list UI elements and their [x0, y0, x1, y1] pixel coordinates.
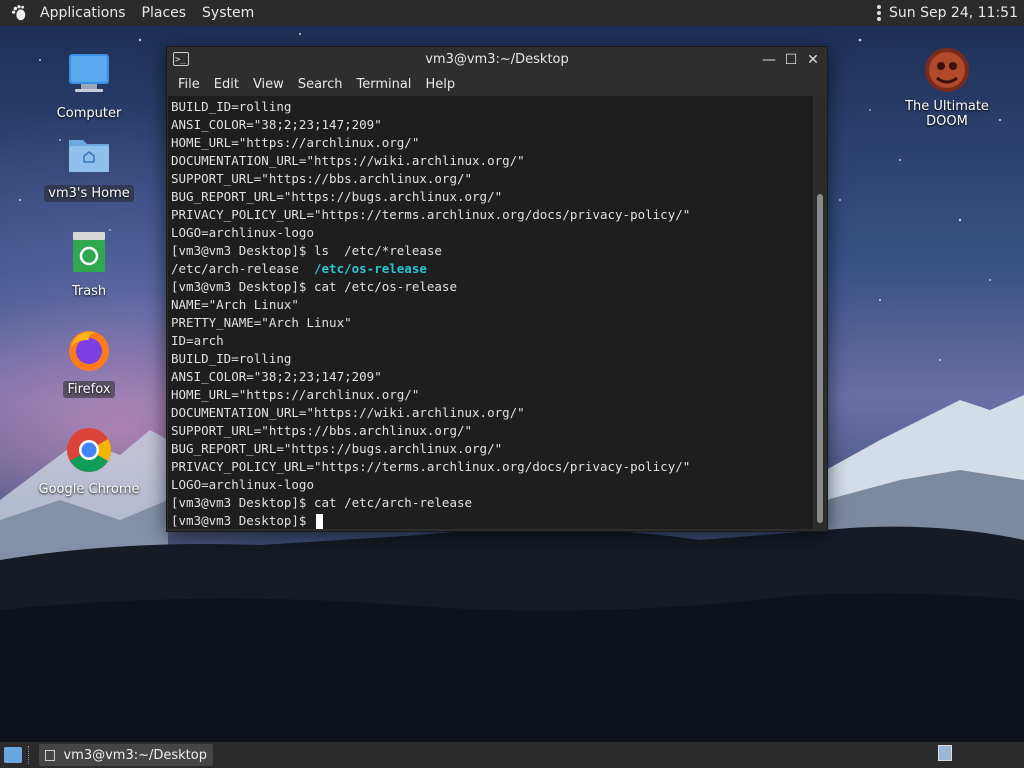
scrollbar-thumb[interactable] [817, 194, 823, 523]
terminal-line: ID=arch [171, 333, 224, 348]
panel-separator [28, 746, 33, 764]
menu-file[interactable]: File [171, 77, 207, 92]
text-cursor [316, 514, 323, 529]
computer-icon [69, 54, 109, 92]
workspace-switcher[interactable] [938, 745, 952, 761]
terminal-line: DOCUMENTATION_URL="https://wiki.archlinu… [171, 153, 525, 168]
window-icon [45, 749, 56, 761]
file-name: /etc/arch-release [171, 261, 314, 276]
terminal-line: PRETTY_NAME="Arch Linux" [171, 315, 352, 330]
terminal-line: HOME_URL="https://archlinux.org/" [171, 387, 420, 402]
desktop-icon-doom[interactable]: The Ultimate DOOM [880, 46, 1014, 130]
places-menu[interactable]: Places [134, 0, 195, 26]
desktop-icon-label: vm3's Home [44, 185, 134, 202]
prompt: [vm3@vm3 Desktop]$ [171, 513, 314, 528]
desktop-icon-label: Trash [71, 284, 107, 299]
menu-search[interactable]: Search [291, 77, 350, 92]
terminal-line: SUPPORT_URL="https://bbs.archlinux.org/" [171, 171, 473, 186]
show-desktop-icon[interactable] [4, 747, 22, 763]
terminal-icon [173, 47, 189, 73]
scrollbar[interactable] [815, 96, 825, 529]
desktop-icon-computer[interactable]: Computer [34, 50, 144, 122]
terminal-line: [vm3@vm3 Desktop]$ cat /etc/os-release [171, 279, 457, 294]
taskbar-item-label: vm3@vm3:~/Desktop [63, 747, 207, 763]
terminal-line: BUG_REPORT_URL="https://bugs.archlinux.o… [171, 441, 503, 456]
desktop-icon-label: The Ultimate DOOM [905, 99, 989, 129]
terminal-line: BUILD_ID=rolling [171, 99, 292, 114]
terminal-line: [vm3@vm3 Desktop]$ cat /etc/arch-release [171, 495, 473, 510]
doom-icon [925, 48, 969, 92]
chrome-icon [67, 428, 111, 472]
desktop-icon-label: Google Chrome [38, 482, 140, 497]
desktop-icon-firefox[interactable]: Firefox [34, 326, 144, 398]
desktop-icon-trash[interactable]: Trash [34, 228, 144, 300]
window-title: vm3@vm3:~/Desktop [425, 52, 569, 67]
terminal-line: NAME="Arch Linux" [171, 297, 299, 312]
desktop-icon-label: Firefox [63, 381, 115, 398]
desktop-icon-chrome[interactable]: Google Chrome [34, 426, 144, 498]
terminal-line: LOGO=archlinux-logo [171, 225, 314, 240]
terminal-line: BUG_REPORT_URL="https://bugs.archlinux.o… [171, 189, 503, 204]
terminal-line: DOCUMENTATION_URL="https://wiki.archlinu… [171, 405, 525, 420]
desktop-icon-label: Computer [56, 106, 122, 121]
terminal-line: LOGO=archlinux-logo [171, 477, 314, 492]
menu-edit[interactable]: Edit [207, 77, 246, 92]
terminal-line: HOME_URL="https://archlinux.org/" [171, 135, 420, 150]
gnome-foot-icon[interactable] [10, 4, 28, 22]
top-panel: Applications Places System Sun Sep 24, 1… [0, 0, 1024, 26]
menu-help[interactable]: Help [418, 77, 462, 92]
maximize-icon[interactable]: ☐ [783, 47, 799, 73]
desktop-icon-home[interactable]: vm3's Home [34, 130, 144, 202]
terminal-line: ANSI_COLOR="38;2;23;147;209" [171, 117, 382, 132]
terminal-line: PRIVACY_POLICY_URL="https://terms.archli… [171, 207, 691, 222]
firefox-icon [69, 331, 109, 371]
close-icon[interactable]: ✕ [805, 47, 821, 73]
menu-terminal[interactable]: Terminal [349, 77, 418, 92]
applications-menu[interactable]: Applications [32, 0, 134, 26]
menu-view[interactable]: View [246, 77, 291, 92]
terminal-line: SUPPORT_URL="https://bbs.archlinux.org/" [171, 423, 473, 438]
highlighted-file-name: /etc/os-release [314, 261, 427, 276]
terminal-line: /etc/arch-release /etc/os-release [171, 260, 810, 278]
clock[interactable]: Sun Sep 24, 11:51 [889, 5, 1018, 21]
bottom-panel: vm3@vm3:~/Desktop [0, 742, 1024, 768]
terminal-line: [vm3@vm3 Desktop]$ ls /etc/*release [171, 243, 442, 258]
home-folder-icon [69, 140, 109, 172]
terminal-output[interactable]: BUILD_ID=rolling ANSI_COLOR="38;2;23;147… [168, 96, 813, 529]
menu-bar: File Edit View Search Terminal Help [167, 73, 827, 95]
terminal-line: PRIVACY_POLICY_URL="https://terms.archli… [171, 459, 691, 474]
terminal-line: ANSI_COLOR="38;2;23;147;209" [171, 369, 382, 384]
trash-icon [73, 232, 105, 272]
system-menu[interactable]: System [194, 0, 262, 26]
title-bar[interactable]: vm3@vm3:~/Desktop — ☐ ✕ [167, 47, 827, 73]
minimize-icon[interactable]: — [761, 47, 777, 73]
terminal-window[interactable]: vm3@vm3:~/Desktop — ☐ ✕ File Edit View S… [166, 46, 828, 532]
panel-handle-icon [877, 5, 882, 21]
terminal-prompt-line[interactable]: [vm3@vm3 Desktop]$ [171, 512, 810, 529]
taskbar-item-terminal[interactable]: vm3@vm3:~/Desktop [39, 744, 213, 766]
terminal-line: BUILD_ID=rolling [171, 351, 292, 366]
